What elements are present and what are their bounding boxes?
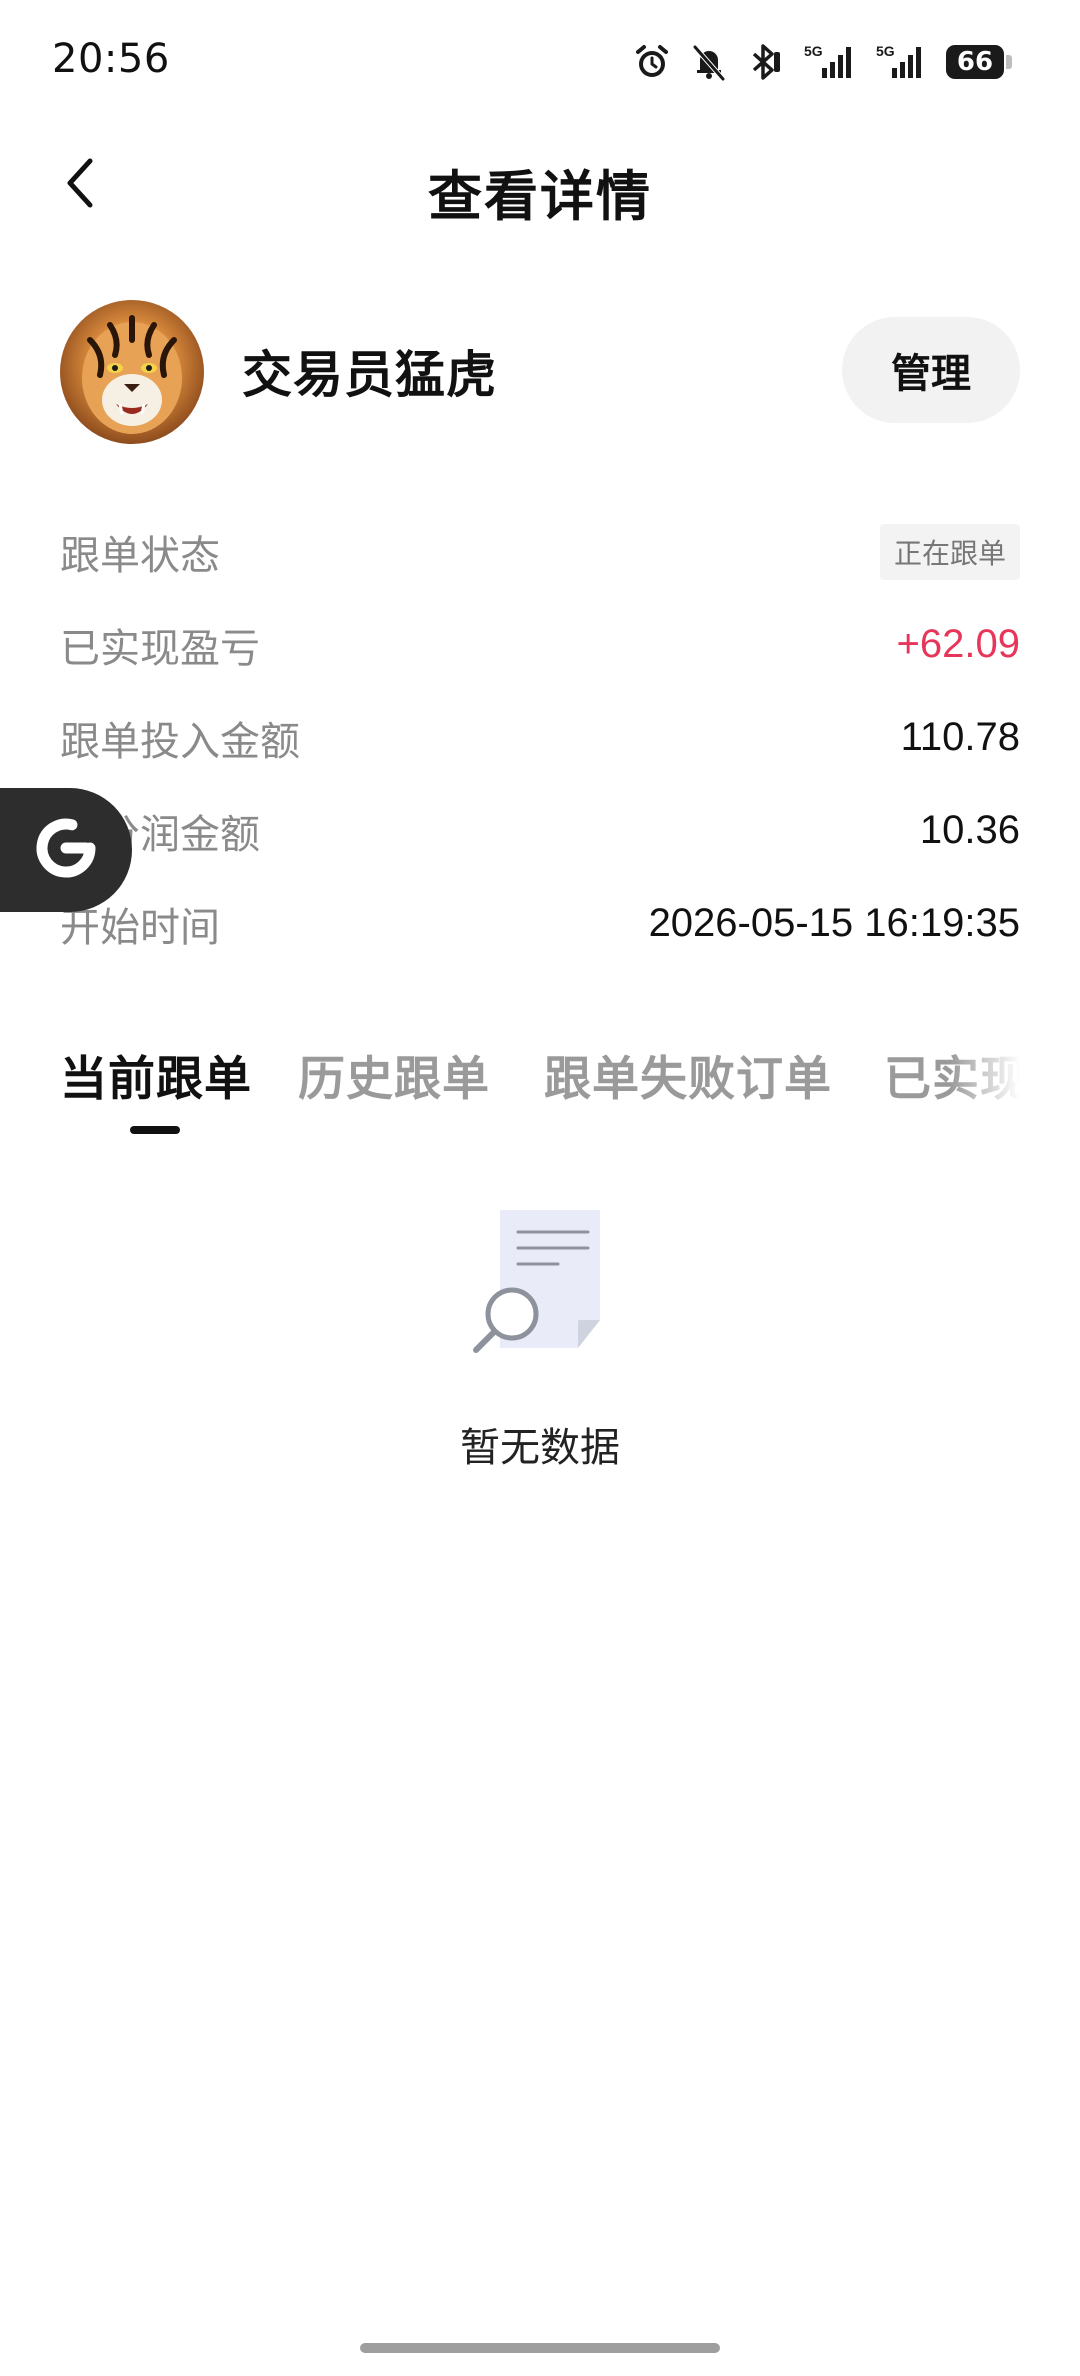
info-row-realized-pnl: 已实现盈亏 +62.09 <box>60 598 1020 691</box>
bluetooth-icon <box>746 42 782 82</box>
status-badge: 正在跟单 <box>879 523 1020 580</box>
svg-text:5G: 5G <box>804 43 823 59</box>
info-label: 跟单状态 <box>60 532 220 579</box>
status-time: 20:56 <box>52 36 170 82</box>
info-row-start-time: 开始时间 2026-05-15 16:19:35 <box>60 877 1020 970</box>
info-row-profit-share: 已分润金额 10.36 <box>60 784 1020 877</box>
mute-bell-icon <box>690 42 728 82</box>
info-value: 10.36 <box>919 808 1020 852</box>
status-icons: 5G 5G 66 <box>632 40 1012 84</box>
info-list: 跟单状态 正在跟单 已实现盈亏 +62.09 跟单投入金额 110.78 已分润… <box>60 505 1020 970</box>
info-row-follow-status: 跟单状态 正在跟单 <box>60 505 1020 598</box>
floating-assistant-button[interactable] <box>0 788 132 912</box>
tab-current-follow[interactable]: 当前跟单 <box>60 1040 252 1109</box>
tab-bar: 当前跟单 历史跟单 跟单失败订单 已实现 <box>60 1040 1020 1130</box>
tab-fade-overlay <box>950 1040 1020 1130</box>
document-search-icon <box>470 1210 610 1360</box>
header: 查看详情 <box>0 130 1080 240</box>
page-title: 查看详情 <box>428 165 652 228</box>
signal-5g-icon: 5G <box>800 42 858 82</box>
alarm-icon <box>632 42 672 82</box>
battery-icon: 66 <box>946 45 1012 79</box>
battery-level: 66 <box>956 47 994 77</box>
info-label: 跟单投入金额 <box>60 718 300 765</box>
tab-failed-orders[interactable]: 跟单失败订单 <box>544 1040 832 1109</box>
signal-5g-icon: 5G <box>876 42 928 82</box>
info-label: 已实现盈亏 <box>60 625 260 672</box>
avatar[interactable] <box>60 300 204 444</box>
svg-text:5G: 5G <box>876 43 895 59</box>
home-indicator[interactable] <box>360 2343 720 2353</box>
page: 20:56 5G 5G 66 查看详情 交易员猛虎 管理 跟单状态 正在跟单 已… <box>0 0 1080 2376</box>
info-row-invested-amount: 跟单投入金额 110.78 <box>60 691 1020 784</box>
refresh-logo-icon <box>28 810 104 890</box>
status-bar: 20:56 5G 5G 66 <box>0 0 1080 120</box>
info-value: +62.09 <box>896 622 1020 666</box>
active-tab-indicator <box>130 1126 180 1134</box>
manage-button[interactable]: 管理 <box>842 317 1020 423</box>
tab-follow-history[interactable]: 历史跟单 <box>298 1040 490 1109</box>
trader-profile: 交易员猛虎 管理 <box>0 295 1080 445</box>
info-value: 110.78 <box>900 715 1020 759</box>
trader-name: 交易员猛虎 <box>242 346 497 404</box>
empty-state-text: 暂无数据 <box>460 1425 620 1471</box>
info-value: 2026-05-15 16:19:35 <box>648 901 1020 945</box>
